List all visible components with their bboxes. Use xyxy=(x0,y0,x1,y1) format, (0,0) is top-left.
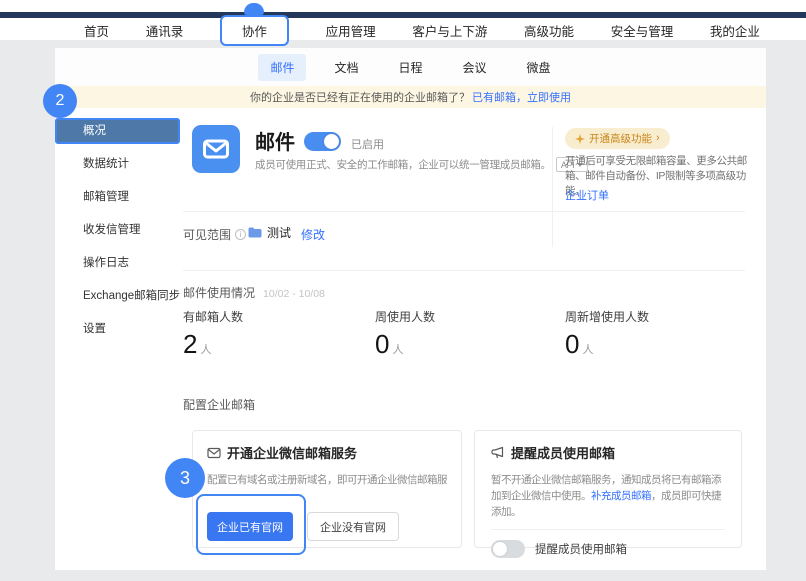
stat-mailbox-members: 有邮箱人数 2 人 xyxy=(183,308,243,360)
page: 首页 通讯录 协作 应用管理 客户与上下游 高级功能 安全与管理 我的企业 邮件… xyxy=(0,0,806,581)
no-website-button[interactable]: 企业没有官网 xyxy=(307,512,399,541)
usage-section-header: 邮件使用情况 10/02 - 10/08 xyxy=(183,284,325,301)
mail-service-buttons: 企业已有官网 企业没有官网 xyxy=(207,512,447,541)
sidebar-item-mailbox-management[interactable]: 邮箱管理 xyxy=(55,184,180,210)
divider xyxy=(183,270,745,271)
module-tabs: 邮件 文档 日程 会议 微盘 xyxy=(55,48,766,86)
sidebar-item-operation-log[interactable]: 操作日志 xyxy=(55,250,180,276)
sparkle-icon xyxy=(575,134,585,144)
nav-advanced-features[interactable]: 高级功能 xyxy=(524,21,574,40)
tab-calendar[interactable]: 日程 xyxy=(386,54,434,81)
nav-collaboration-label: 协作 xyxy=(242,25,267,39)
divider xyxy=(183,211,745,212)
nav-security-management[interactable]: 安全与管理 xyxy=(611,21,674,40)
nav-my-enterprise[interactable]: 我的企业 xyxy=(710,21,760,40)
stat-value: 0 xyxy=(375,329,389,360)
app-title: 邮件 xyxy=(255,126,295,155)
banner-use-existing-link[interactable]: 已有邮箱，立即使用 xyxy=(472,89,571,105)
info-icon[interactable] xyxy=(235,229,246,240)
vertical-divider xyxy=(552,127,553,247)
remind-toggle-label: 提醒成员使用邮箱 xyxy=(535,541,627,557)
visibility-scope: 测试 xyxy=(248,224,291,241)
divider xyxy=(491,529,725,530)
visibility-scope-name: 测试 xyxy=(267,224,291,241)
tab-docs[interactable]: 文档 xyxy=(322,54,370,81)
stat-weekly-users: 周使用人数 0 人 xyxy=(375,308,435,360)
sidebar-item-send-receive-management[interactable]: 收发信管理 xyxy=(55,217,180,243)
remind-members-card: 提醒成员使用邮箱 暂不开通企业微信邮箱服务，通知成员将已有邮箱添加到企业微信中使… xyxy=(474,430,742,548)
premium-upgrade-button[interactable]: 开通高级功能 › xyxy=(565,128,670,149)
premium-badge-label: 开通高级功能 xyxy=(589,131,652,146)
tab-mail[interactable]: 邮件 xyxy=(258,54,306,81)
mail-service-card-title: 开通企业微信邮箱服务 xyxy=(227,443,357,462)
tab-drive[interactable]: 微盘 xyxy=(515,54,563,81)
sidebar-item-overview[interactable]: 概况 xyxy=(55,118,180,144)
sidebar-item-exchange-sync[interactable]: Exchange邮箱同步 xyxy=(55,283,180,309)
stat-weekly-new-users: 周新增使用人数 0 人 xyxy=(565,308,649,360)
megaphone-icon xyxy=(491,446,505,459)
admin-panel-card: 邮件 文档 日程 会议 微盘 你的企业是否已经有正在使用的企业邮箱了？ 已有邮箱… xyxy=(55,48,766,570)
stat-label: 周使用人数 xyxy=(375,308,435,325)
stat-unit: 人 xyxy=(392,341,403,357)
sidebar-item-statistics[interactable]: 数据统计 xyxy=(55,151,180,177)
chevron-right-icon: › xyxy=(656,133,660,144)
remind-toggle-row: 提醒成员使用邮箱 xyxy=(491,540,725,558)
window-top-strip xyxy=(0,0,806,12)
notice-banner: 你的企业是否已经有正在使用的企业邮箱了？ 已有邮箱，立即使用 xyxy=(55,86,766,108)
mail-app-icon xyxy=(192,125,240,173)
nav-contacts[interactable]: 通讯录 xyxy=(146,21,184,40)
enterprise-order-link[interactable]: 企业订单 xyxy=(565,187,609,203)
envelope-outline-icon xyxy=(207,447,221,459)
visibility-edit-link[interactable]: 修改 xyxy=(301,226,325,243)
nav-home[interactable]: 首页 xyxy=(84,21,109,40)
usage-title: 邮件使用情况 xyxy=(183,284,255,301)
nav-collaboration[interactable]: 协作 xyxy=(220,15,289,46)
toggle-knob xyxy=(324,134,339,149)
folder-icon xyxy=(248,227,262,238)
stat-value: 2 xyxy=(183,329,197,360)
visibility-label-text: 可见范围 xyxy=(183,226,231,243)
remind-card-description: 暂不开通企业微信邮箱服务，通知成员将已有邮箱添加到企业微信中使用。补充成员邮箱，… xyxy=(491,472,725,520)
app-description-text: 成员可使用正式、安全的工作邮箱，企业可以统一管理成员邮箱。 xyxy=(255,157,551,172)
remind-card-title: 提醒成员使用邮箱 xyxy=(511,443,615,462)
has-website-button[interactable]: 企业已有官网 xyxy=(207,512,293,541)
mail-service-card-description: 配置已有域名或注册新域名，即可开通企业微信邮箱服务。 xyxy=(207,472,447,488)
mail-enabled-toggle[interactable] xyxy=(304,132,341,151)
banner-question: 你的企业是否已经有正在使用的企业邮箱了？ xyxy=(250,89,470,105)
mail-service-card: 开通企业微信邮箱服务 配置已有域名或注册新域名，即可开通企业微信邮箱服务。 企业… xyxy=(192,430,462,548)
nav-customers-upstream-downstream[interactable]: 客户与上下游 xyxy=(412,21,487,40)
annotation-step1-marker xyxy=(244,3,264,15)
stat-label: 有邮箱人数 xyxy=(183,308,243,325)
app-description: 成员可使用正式、安全的工作邮箱，企业可以统一管理成员邮箱。 API xyxy=(255,157,588,172)
toggle-status-label: 已启用 xyxy=(351,136,384,152)
stat-label: 周新增使用人数 xyxy=(565,308,649,325)
toggle-knob xyxy=(493,542,507,556)
mail-service-card-header: 开通企业微信邮箱服务 xyxy=(207,443,447,462)
top-nav: 首页 通讯录 协作 应用管理 客户与上下游 高级功能 安全与管理 我的企业 xyxy=(0,18,806,42)
visibility-label: 可见范围 xyxy=(183,226,246,243)
annotation-step2-badge: 2 xyxy=(43,84,77,118)
sidebar-item-settings[interactable]: 设置 xyxy=(55,316,180,342)
tab-meeting[interactable]: 会议 xyxy=(451,54,499,81)
stat-unit: 人 xyxy=(582,341,593,357)
stat-unit: 人 xyxy=(200,341,211,357)
envelope-icon xyxy=(192,125,240,173)
supplement-mailbox-link[interactable]: 补充成员邮箱 xyxy=(591,490,651,502)
configure-section-title: 配置企业邮箱 xyxy=(183,396,255,413)
remind-members-toggle[interactable] xyxy=(491,540,525,558)
annotation-step3-badge: 3 xyxy=(165,458,205,498)
remind-card-header: 提醒成员使用邮箱 xyxy=(491,443,725,462)
sidebar: 概况 数据统计 邮箱管理 收发信管理 操作日志 Exchange邮箱同步 设置 xyxy=(55,118,180,349)
usage-date-range: 10/02 - 10/08 xyxy=(263,288,325,300)
stat-value: 0 xyxy=(565,329,579,360)
nav-app-management[interactable]: 应用管理 xyxy=(326,21,376,40)
